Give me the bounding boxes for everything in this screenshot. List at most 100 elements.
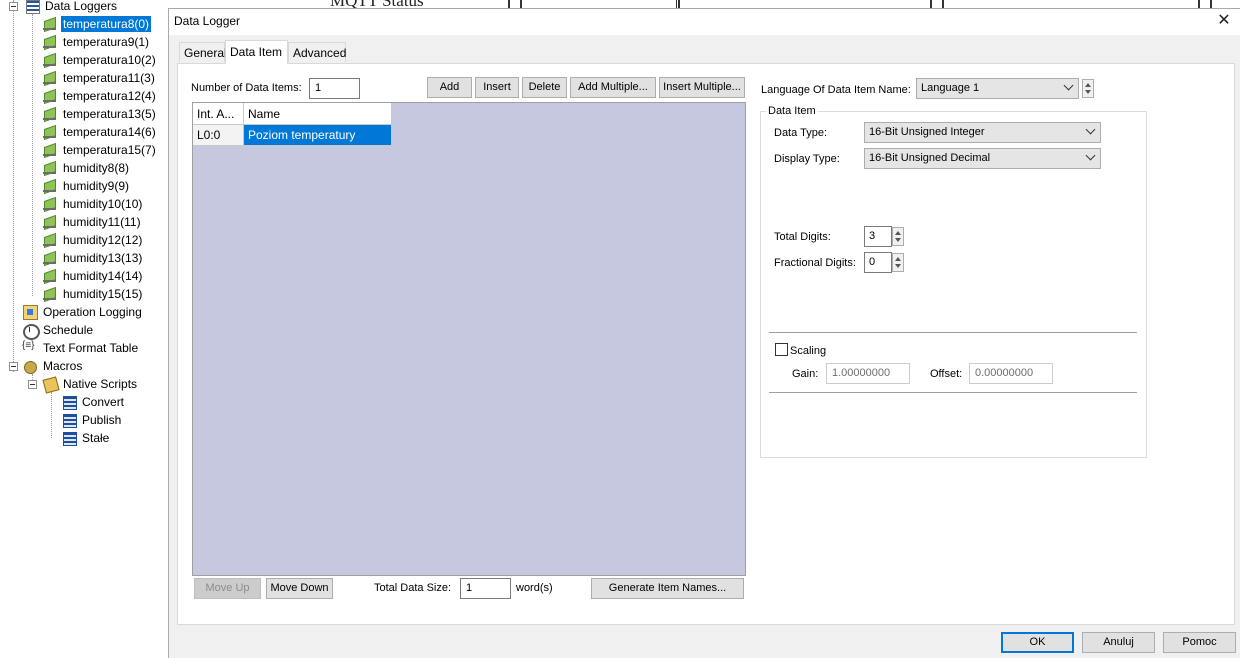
tree-item-label: temperatura13(5) [63, 107, 156, 121]
divider [769, 332, 1137, 333]
spin-up-icon[interactable] [895, 231, 901, 235]
tree-item-logger-5[interactable]: temperatura13(5) [42, 105, 158, 123]
dialog-titlebar[interactable]: Data Logger ✕ [169, 9, 1240, 35]
tree-item-logger-2[interactable]: temperatura10(2) [42, 51, 158, 69]
total-data-size-input[interactable]: 1 [460, 578, 511, 599]
help-button[interactable]: Pomoc [1163, 632, 1236, 653]
canvas-divider [678, 0, 680, 8]
offset-label: Offset: [930, 368, 963, 380]
data-type-select[interactable]: 16-Bit Unsigned Integer [864, 122, 1101, 143]
tree-item-logger-0[interactable]: temperatura8(0) [42, 15, 153, 33]
tree-item-logger-14[interactable]: humidity14(14) [42, 267, 144, 285]
tree-item-data-loggers[interactable]: Data Loggers [24, 0, 119, 15]
number-of-items-input[interactable]: 1 [309, 78, 360, 99]
column-header-name[interactable]: Name [244, 103, 392, 125]
delete-button[interactable]: Delete [522, 77, 567, 98]
data-logger-icon [42, 268, 58, 284]
tree-item-logger-12[interactable]: humidity12(12) [42, 231, 144, 249]
background-canvas-text: MQTT Status [330, 0, 424, 8]
native-scripts-icon [42, 376, 58, 392]
canvas-divider [1198, 0, 1200, 8]
tree-item-label: humidity13(13) [63, 251, 143, 265]
generate-item-names-button[interactable]: Generate Item Names... [591, 578, 744, 599]
data-logger-icon [42, 34, 58, 50]
script-document-icon [61, 412, 77, 428]
tree-item-label: humidity9(9) [63, 179, 130, 193]
language-spinner[interactable] [1082, 79, 1094, 98]
offset-input[interactable]: 0.00000000 [969, 363, 1053, 384]
insert-button[interactable]: Insert [475, 77, 519, 98]
tree-item-native-scripts[interactable]: Native Scripts [42, 375, 139, 393]
fractional-digits-spinner[interactable] [892, 253, 904, 272]
tree-item-logger-11[interactable]: humidity11(11) [42, 213, 143, 231]
tree-item-script-publish[interactable]: Publish [61, 411, 123, 429]
tab-general[interactable]: General [179, 42, 227, 62]
display-type-select[interactable]: 16-Bit Unsigned Decimal [864, 148, 1101, 169]
data-type-value: 16-Bit Unsigned Integer [869, 126, 985, 138]
tab-data-item[interactable]: Data Item [225, 40, 288, 64]
tab-advanced[interactable]: Advanced [288, 42, 346, 62]
tree-item-logger-6[interactable]: temperatura14(6) [42, 123, 158, 141]
table-row-name-cell[interactable]: Poziom temperatury [244, 125, 392, 146]
tree-item-text-format-table[interactable]: Text Format Table [22, 339, 140, 357]
scaling-checkbox[interactable] [775, 343, 788, 356]
tree-item-logger-1[interactable]: temperatura9(1) [42, 33, 151, 51]
add-button[interactable]: Add [427, 77, 472, 98]
tree-item-logger-8[interactable]: humidity8(8) [42, 159, 131, 177]
gain-input[interactable]: 1.00000000 [826, 363, 910, 384]
tree-item-script-stale[interactable]: Stałe [61, 429, 111, 447]
schedule-clock-icon [22, 322, 40, 340]
data-logger-icon [42, 160, 58, 176]
close-icon[interactable]: ✕ [1214, 11, 1234, 31]
move-up-button[interactable]: Move Up [194, 578, 261, 599]
tree-item-label: Schedule [43, 323, 94, 337]
data-logger-icon [42, 178, 58, 194]
data-logger-icon [42, 124, 58, 140]
ok-button[interactable]: OK [1001, 632, 1074, 653]
tree-item-label: humidity15(15) [63, 287, 143, 301]
language-label: Language Of Data Item Name: [761, 84, 911, 96]
tree-line [13, 0, 14, 372]
data-item-group-title: Data Item [766, 105, 818, 117]
collapse-macros-icon[interactable] [9, 362, 18, 371]
add-multiple-button[interactable]: Add Multiple... [570, 77, 656, 98]
spin-down-icon[interactable] [895, 238, 901, 242]
tree-item-logger-9[interactable]: humidity9(9) [42, 177, 131, 195]
divider [769, 392, 1137, 393]
language-select-value: Language 1 [921, 82, 980, 94]
move-down-button[interactable]: Move Down [266, 578, 333, 599]
canvas-divider [508, 0, 510, 8]
cancel-button[interactable]: Anuluj [1082, 632, 1155, 653]
table-row-address-cell[interactable]: L0:0 [193, 125, 244, 146]
tree-item-logger-4[interactable]: temperatura12(4) [42, 87, 158, 105]
tree-item-macros[interactable]: Macros [22, 357, 84, 375]
spin-down-icon[interactable] [895, 264, 901, 268]
tree-item-schedule[interactable]: Schedule [22, 321, 95, 340]
spin-up-icon[interactable] [1085, 83, 1091, 87]
collapse-native-scripts-icon[interactable] [28, 380, 37, 389]
language-select[interactable]: Language 1 [916, 78, 1079, 99]
data-logger-icon [42, 16, 58, 32]
tree-item-logger-10[interactable]: humidity10(10) [42, 195, 144, 213]
spin-up-icon[interactable] [895, 257, 901, 261]
data-logger-icon [42, 196, 58, 212]
canvas-divider [1210, 0, 1212, 8]
gain-label: Gain: [792, 368, 819, 380]
tree-item-label: humidity12(12) [63, 233, 143, 247]
insert-multiple-button[interactable]: Insert Multiple... [659, 77, 745, 98]
column-header-address[interactable]: Int. A... [193, 103, 244, 125]
total-digits-input[interactable]: 3 [864, 226, 892, 247]
spin-down-icon[interactable] [1085, 90, 1091, 94]
script-document-icon [61, 430, 77, 446]
tree-item-logger-15[interactable]: humidity15(15) [42, 285, 144, 303]
tree-item-operation-logging[interactable]: Operation Logging [22, 303, 144, 321]
fractional-digits-input[interactable]: 0 [864, 252, 892, 273]
tree-item-script-convert[interactable]: Convert [61, 393, 126, 411]
tree-item-logger-7[interactable]: temperatura15(7) [42, 141, 158, 159]
data-items-grid[interactable]: Int. A... Name L0:0 Poziom temperatury [192, 102, 746, 576]
collapse-data-loggers-icon[interactable] [9, 2, 18, 11]
tree-item-logger-3[interactable]: temperatura11(3) [42, 69, 157, 87]
tree-item-label: temperatura14(6) [63, 125, 156, 139]
tree-item-logger-13[interactable]: humidity13(13) [42, 249, 144, 267]
total-digits-spinner[interactable] [892, 227, 904, 246]
